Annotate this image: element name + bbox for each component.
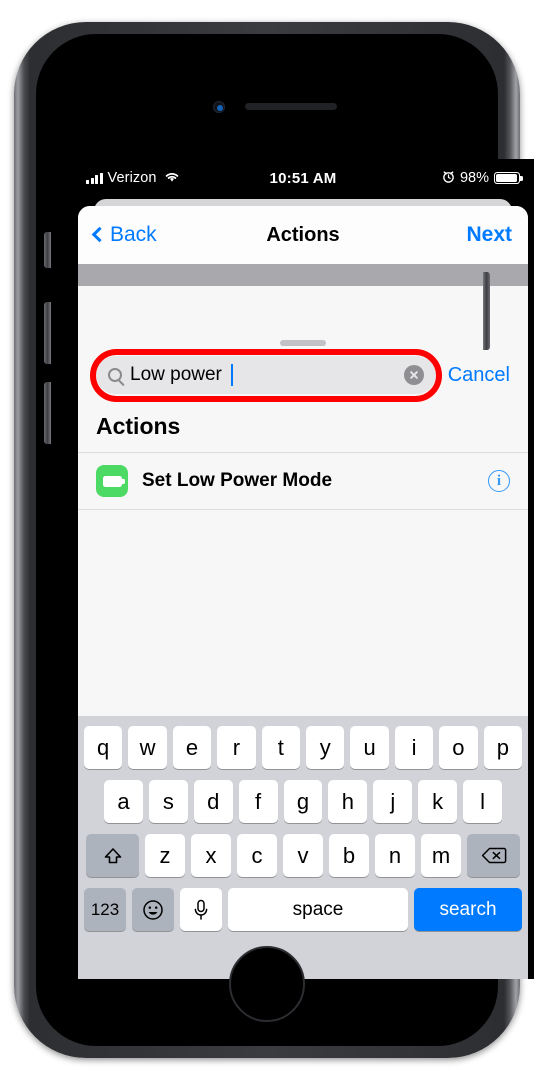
section-header: Actions xyxy=(96,413,181,439)
backspace-delete-icon[interactable] xyxy=(467,834,520,877)
keyboard-row-3: z x c v b n m xyxy=(81,834,525,877)
space-key[interactable]: space xyxy=(228,888,408,931)
alarm-clock-icon xyxy=(442,170,455,187)
battery-icon xyxy=(494,171,523,185)
status-bar: Verizon 10:51 AM 98% xyxy=(72,159,534,197)
key-c[interactable]: c xyxy=(237,834,277,877)
next-button[interactable]: Next xyxy=(466,223,512,247)
key-m[interactable]: m xyxy=(421,834,461,877)
numbers-key[interactable]: 123 xyxy=(84,888,126,931)
earpiece-speaker xyxy=(245,103,337,110)
cancel-button[interactable]: Cancel xyxy=(448,364,510,387)
battery-icon xyxy=(96,465,128,497)
clear-search-button[interactable] xyxy=(403,365,424,385)
front-camera-icon xyxy=(213,101,225,113)
key-g[interactable]: g xyxy=(283,780,323,823)
microphone-icon[interactable] xyxy=(180,888,222,931)
keyboard-row-2: a s d f g h j k l xyxy=(81,780,525,823)
cellular-bars-icon xyxy=(86,172,103,184)
key-l[interactable]: l xyxy=(463,780,503,823)
phone-screen: Verizon 10:51 AM 98% Back Actions Next L… xyxy=(72,159,534,979)
phone-frame: Verizon 10:51 AM 98% Back Actions Next L… xyxy=(14,22,534,1058)
home-button[interactable] xyxy=(229,946,305,1022)
back-button-label: Back xyxy=(110,223,157,246)
status-bar-right: 98% xyxy=(442,170,523,187)
modal-sheet: Back Actions Next Low power Cancel Actio… xyxy=(78,206,528,979)
volume-down-button[interactable] xyxy=(44,382,51,444)
sheet-dim-band xyxy=(78,264,528,286)
key-n[interactable]: n xyxy=(375,834,415,877)
carrier-label: Verizon xyxy=(107,170,157,186)
info-circle-icon[interactable]: i xyxy=(488,470,510,492)
key-w[interactable]: w xyxy=(128,726,167,769)
search-sheet: Low power Cancel Actions Set Low Power M… xyxy=(78,333,528,979)
list-item[interactable]: Set Low Power Mode i xyxy=(78,452,528,510)
nav-bar: Back Actions Next xyxy=(78,206,528,264)
key-h[interactable]: h xyxy=(328,780,368,823)
key-z[interactable]: z xyxy=(145,834,185,877)
keyboard-row-4: 123 space search xyxy=(81,888,525,931)
key-y[interactable]: y xyxy=(306,726,345,769)
battery-percent-label: 98% xyxy=(459,170,489,186)
key-f[interactable]: f xyxy=(238,780,278,823)
status-bar-left: Verizon xyxy=(86,170,180,187)
key-k[interactable]: k xyxy=(418,780,458,823)
power-button[interactable] xyxy=(483,272,490,350)
key-b[interactable]: b xyxy=(329,834,369,877)
search-input-value: Low power xyxy=(130,364,222,385)
chevron-left-icon xyxy=(91,226,108,243)
key-o[interactable]: o xyxy=(439,726,478,769)
key-p[interactable]: p xyxy=(483,726,523,769)
key-j[interactable]: j xyxy=(373,780,413,823)
list-item-label: Set Low Power Mode xyxy=(142,470,333,491)
volume-up-button[interactable] xyxy=(44,302,51,364)
shift-up-arrow-icon[interactable] xyxy=(86,834,139,877)
back-button[interactable]: Back xyxy=(91,223,157,247)
emoji-smiley-icon[interactable] xyxy=(132,888,174,931)
key-t[interactable]: t xyxy=(261,726,300,769)
key-d[interactable]: d xyxy=(193,780,233,823)
key-x[interactable]: x xyxy=(191,834,231,877)
silent-switch[interactable] xyxy=(44,232,51,268)
wifi-icon xyxy=(164,170,180,187)
key-r[interactable]: r xyxy=(217,726,256,769)
key-q[interactable]: q xyxy=(83,726,123,769)
search-bar: Low power Cancel xyxy=(78,346,528,407)
keyboard-row-1: q w e r t y u i o p xyxy=(81,726,525,769)
search-return-key[interactable]: search xyxy=(414,888,522,931)
key-a[interactable]: a xyxy=(104,780,143,823)
text-cursor xyxy=(230,364,233,386)
on-screen-keyboard: q w e r t y u i o p a s d f g h j k l z … xyxy=(78,716,528,979)
key-v[interactable]: v xyxy=(283,834,323,877)
search-icon xyxy=(108,368,122,382)
phone-body: Verizon 10:51 AM 98% Back Actions Next L… xyxy=(36,34,534,1046)
key-s[interactable]: s xyxy=(148,780,188,823)
search-input[interactable]: Low power xyxy=(96,356,436,394)
key-i[interactable]: i xyxy=(394,726,434,769)
key-e[interactable]: e xyxy=(172,726,212,769)
key-u[interactable]: u xyxy=(350,726,389,769)
